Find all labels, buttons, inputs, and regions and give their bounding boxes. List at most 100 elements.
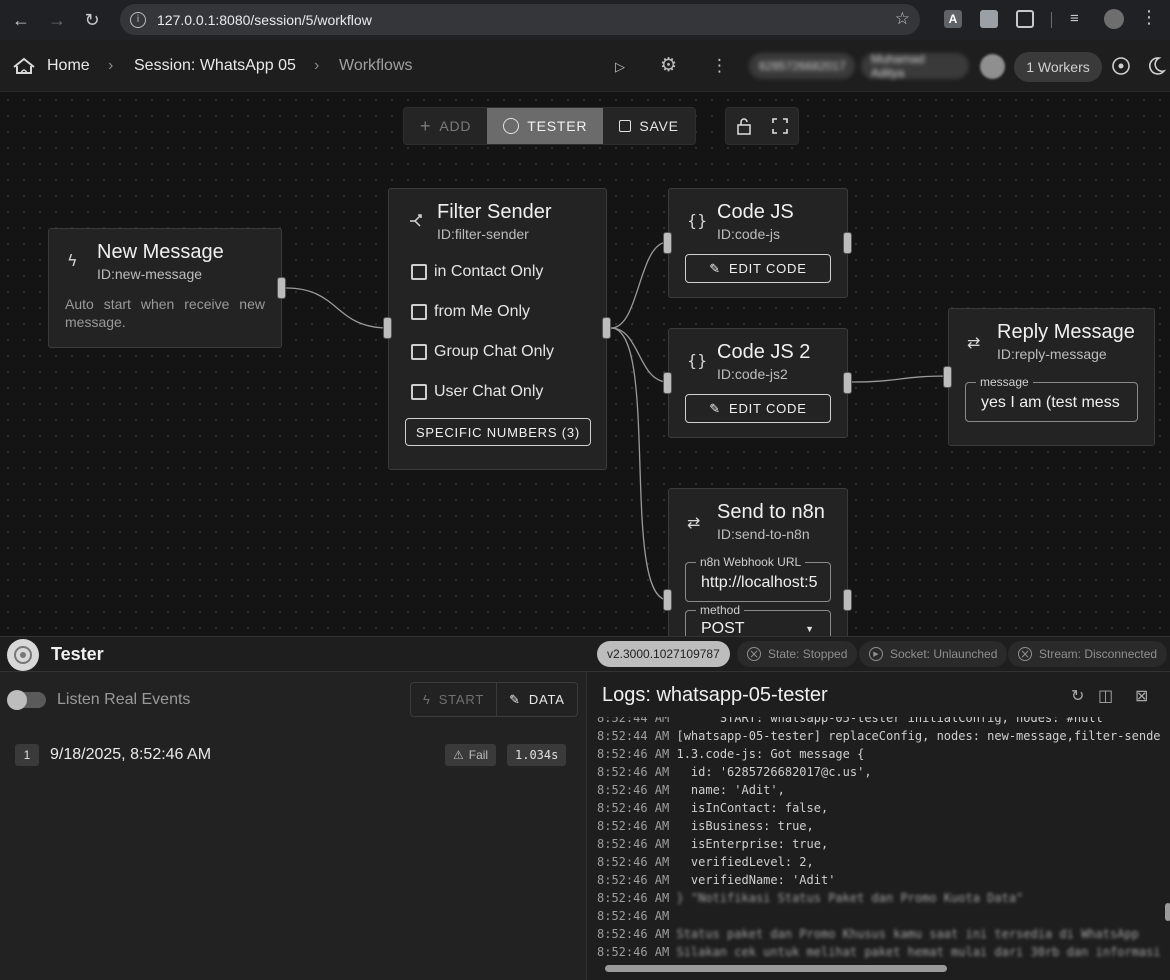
tester-target-icon[interactable] — [7, 639, 39, 671]
media-queue-icon[interactable]: ≡ — [1070, 10, 1088, 28]
refresh-icon[interactable]: ↻ — [1071, 686, 1084, 706]
address-bar[interactable]: i 127.0.0.1:8080/session/5/workflow ☆ — [120, 4, 920, 35]
user-name-chip[interactable]: Muhamad Aditya — [861, 52, 969, 80]
filter-option-in-contact[interactable]: in Contact Only — [411, 263, 543, 281]
checkbox[interactable] — [411, 344, 427, 360]
node-id: ID:reply-message — [997, 346, 1107, 362]
log-output[interactable]: 8:52:44 AM START: whatsapp-05-tester ini… — [587, 717, 1161, 964]
checkbox[interactable] — [411, 304, 427, 320]
message-field[interactable]: message yes I am (test mess — [965, 375, 1138, 422]
play-icon[interactable]: ▷ — [615, 59, 625, 75]
disconnected-x-icon: × — [1018, 647, 1032, 661]
method-select[interactable]: method POST ▼ — [685, 603, 831, 636]
output-handle[interactable] — [277, 277, 286, 299]
extension-b-icon[interactable] — [980, 10, 998, 28]
dark-mode-moon-icon[interactable] — [1148, 56, 1166, 76]
more-options-icon[interactable]: ⋮ — [711, 56, 728, 76]
fullscreen-icon[interactable] — [762, 108, 798, 144]
pencil-icon: ✎ — [709, 400, 721, 416]
save-button[interactable]: SAVE — [603, 108, 695, 144]
field-label: method — [696, 603, 745, 617]
pencil-icon: ✎ — [709, 260, 721, 276]
input-handle[interactable] — [663, 372, 672, 394]
lightning-icon: ϟ — [67, 251, 78, 270]
field-label: n8n Webhook URL — [696, 555, 806, 569]
input-handle[interactable] — [663, 232, 672, 254]
extensions-puzzle-icon[interactable] — [1016, 10, 1034, 28]
status-ring-icon[interactable] — [1111, 56, 1131, 76]
output-handle[interactable] — [843, 589, 852, 611]
save-icon — [619, 120, 632, 132]
site-info-icon[interactable]: i — [130, 11, 146, 28]
logs-pane: Logs: whatsapp-05-tester ↻ ◫ ⊠ 8:52:44 A… — [586, 672, 1170, 980]
tester-title: Tester — [51, 644, 104, 664]
filter-option-user-chat[interactable]: User Chat Only — [411, 383, 543, 401]
checkbox[interactable] — [411, 384, 427, 400]
bookmark-star-icon[interactable]: ☆ — [895, 9, 910, 29]
filter-split-icon — [410, 214, 422, 227]
node-send-to-n8n[interactable]: ⇄ Send to n8n ID:send-to-n8n n8n Webhook… — [668, 488, 848, 636]
app-header: Home › Session: WhatsApp 05 › Workflows … — [0, 40, 1170, 92]
tester-action-buttons: ϟ START ✎ DATA — [410, 682, 578, 717]
breadcrumb-session[interactable]: Session: WhatsApp 05 — [134, 57, 296, 75]
back-icon[interactable]: ← — [3, 2, 39, 38]
forward-icon[interactable]: → — [39, 2, 75, 38]
edit-code-button[interactable]: ✎ EDIT CODE — [685, 394, 831, 423]
field-value: http://localhost:5 — [701, 574, 818, 591]
edit-code-button[interactable]: ✎ EDIT CODE — [685, 254, 831, 283]
run-list-item[interactable]: 1 9/18/2025, 8:52:46 AM ⚠ Fail 1.034s — [15, 744, 571, 766]
workflow-canvas[interactable]: + ADD TESTER SAVE ϟ New Message ID:new-m… — [0, 92, 1170, 636]
lock-icon[interactable] — [726, 108, 762, 144]
start-button[interactable]: ϟ START — [411, 683, 498, 716]
output-handle[interactable] — [602, 317, 611, 339]
node-new-message[interactable]: ϟ New Message ID:new-message Auto start … — [48, 228, 282, 348]
output-handle[interactable] — [843, 372, 852, 394]
home-logo-icon[interactable] — [12, 56, 36, 76]
scroll-thumb[interactable] — [1165, 903, 1170, 921]
scroll-thumb[interactable] — [605, 965, 947, 972]
webhook-url-field[interactable]: n8n Webhook URL http://localhost:5 — [685, 555, 831, 602]
workers-button[interactable]: 1 Workers — [1014, 52, 1102, 82]
browser-menu-icon[interactable]: ⋮ — [1140, 7, 1158, 27]
column-toggle-icon[interactable]: ◫ — [1098, 686, 1113, 706]
log-line: 8:52:46 AM } "Notifikasi Status Paket da… — [597, 891, 1024, 905]
profile-avatar-icon[interactable] — [1104, 9, 1124, 29]
field-label: message — [976, 375, 1033, 389]
breadcrumb-home[interactable]: Home — [47, 57, 90, 75]
checkbox[interactable] — [411, 264, 427, 280]
specific-numbers-button[interactable]: SPECIFIC NUMBERS (3) — [405, 418, 591, 446]
data-button[interactable]: ✎ DATA — [497, 683, 577, 716]
extension-a-icon[interactable]: A — [944, 10, 962, 28]
phone-number-chip[interactable]: 6285726682017 — [749, 53, 855, 79]
listen-real-events-toggle[interactable] — [7, 690, 46, 710]
log-line: 8:52:46 AM 1.3.code-js: Got message { — [597, 747, 865, 761]
log-horizontal-scrollbar[interactable] — [595, 964, 1165, 972]
reload-icon[interactable]: ↻ — [74, 2, 110, 38]
node-code-js-2[interactable]: {} Code JS 2 ID:code-js2 ✎ EDIT CODE — [668, 328, 848, 438]
node-code-js[interactable]: {} Code JS ID:code-js ✎ EDIT CODE — [668, 188, 848, 298]
url-text: 127.0.0.1:8080/session/5/workflow — [157, 11, 372, 28]
settings-gear-icon[interactable]: ⚙ — [660, 54, 677, 77]
node-id: ID:new-message — [97, 266, 203, 282]
node-filter-sender[interactable]: Filter Sender ID:filter-sender in Contac… — [388, 188, 607, 470]
node-reply-message[interactable]: ⇄ Reply Message ID:reply-message message… — [948, 308, 1155, 446]
field-value: yes I am (test mess — [981, 394, 1120, 411]
socket-status-pill: ▶ Socket: Unlaunched — [859, 641, 1008, 667]
input-handle[interactable] — [663, 589, 672, 611]
input-handle[interactable] — [383, 317, 392, 339]
log-vertical-scrollbar[interactable] — [1165, 717, 1170, 967]
add-label: ADD — [439, 118, 472, 134]
clear-logs-icon[interactable]: ⊠ — [1135, 686, 1148, 706]
log-line: 8:52:46 AM — [597, 909, 670, 923]
tester-button[interactable]: TESTER — [487, 108, 604, 144]
node-title: Code JS 2 — [717, 341, 811, 363]
input-handle[interactable] — [943, 366, 952, 388]
add-node-button[interactable]: + ADD — [404, 108, 487, 144]
node-title: Code JS — [717, 201, 794, 223]
user-avatar[interactable] — [980, 54, 1005, 79]
output-handle[interactable] — [843, 232, 852, 254]
filter-option-group-chat[interactable]: Group Chat Only — [411, 343, 554, 361]
stream-text: Stream: Disconnected — [1039, 647, 1158, 661]
run-duration: 1.034s — [507, 744, 567, 766]
filter-option-from-me[interactable]: from Me Only — [411, 303, 530, 321]
